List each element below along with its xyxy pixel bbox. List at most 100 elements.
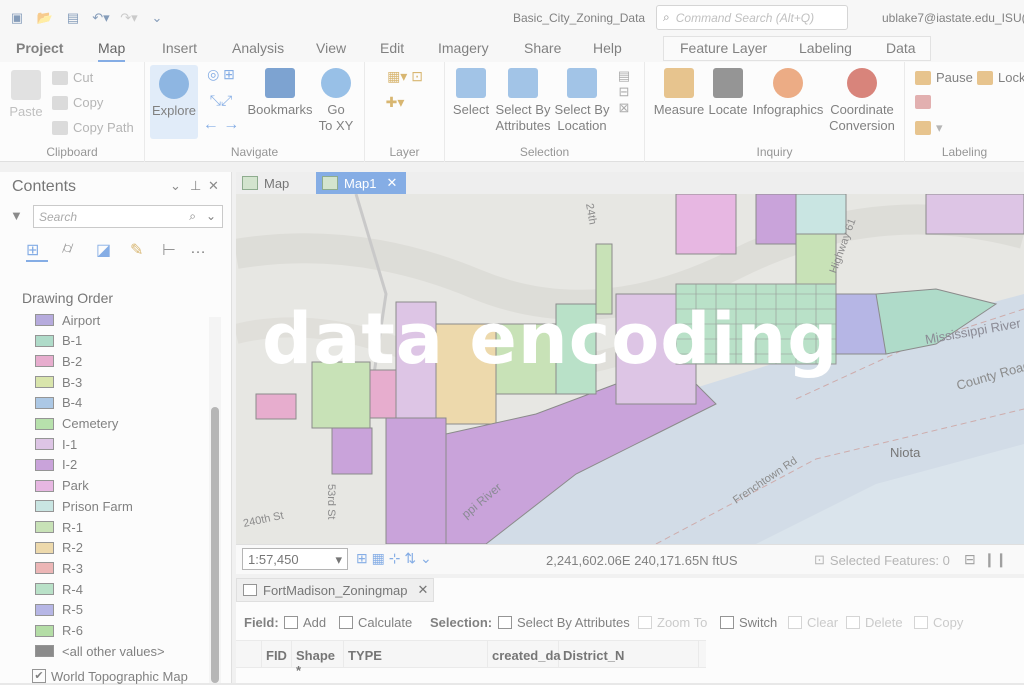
legend-item[interactable]: <all other values> — [35, 642, 165, 660]
column-header-created[interactable]: created_da — [488, 641, 561, 667]
save-icon[interactable]: ▤ — [62, 8, 84, 28]
map-tools-icon[interactable]: ⊞ ▦ ⊹ ⇅ ⌄ — [356, 550, 432, 567]
undo-icon[interactable]: ↶▾ — [90, 8, 112, 28]
close-icon[interactable]: ✕ — [418, 582, 429, 598]
tab-feature-layer[interactable]: Feature Layer — [680, 36, 767, 62]
chevron-down-icon[interactable]: ⌄ — [206, 209, 216, 223]
legend-item[interactable]: B-1 — [35, 332, 82, 350]
legend-item[interactable]: Park — [35, 477, 89, 495]
coordinate-conversion-button[interactable]: Coordinate Conversion — [827, 68, 897, 134]
copy-button[interactable]: Copy — [52, 95, 103, 110]
clear-selection-button[interactable]: Clear — [788, 615, 838, 630]
cut-button[interactable]: Cut — [52, 70, 93, 85]
calculate-field-button[interactable]: Calculate — [339, 615, 412, 630]
zoom-to-button[interactable]: Zoom To — [638, 615, 707, 630]
lock-labeling-button[interactable]: Lock — [977, 70, 1024, 85]
user-account[interactable]: ublake7@iastate.edu_ISU( — [882, 11, 1024, 25]
paste-button[interactable]: Paste — [8, 70, 44, 120]
legend-item[interactable]: I-1 — [35, 435, 77, 453]
close-icon[interactable]: ✕ — [387, 175, 398, 191]
open-folder-icon[interactable]: 📂 — [34, 8, 56, 28]
legend-item[interactable]: I-2 — [35, 456, 77, 474]
contents-search-input[interactable]: Search ⌕ ⌄ — [33, 205, 223, 228]
attributes-icon[interactable]: ▤ ⊟ ⊠ — [613, 68, 635, 116]
copy-button[interactable]: Copy — [914, 615, 963, 630]
legend-item[interactable]: Cemetery — [35, 415, 118, 433]
tab-view[interactable]: View — [316, 36, 346, 62]
map-status-bar: 1:57,450 ▾ ⊞ ▦ ⊹ ⇅ ⌄ 2,241,602.06E 240,17… — [236, 544, 1024, 574]
customize-toolbar-icon[interactable]: ⌄ — [146, 8, 168, 28]
column-header-district[interactable]: District_N — [559, 641, 699, 667]
selected-features-count[interactable]: ⊡ Selected Features: 0 — [814, 552, 950, 568]
snapping-view-icon[interactable]: ⊢ — [162, 240, 184, 262]
selection-view-icon[interactable]: ◪ — [96, 240, 118, 262]
tab-imagery[interactable]: Imagery — [438, 36, 489, 62]
basemap-layer-item[interactable]: ✔ World Topographic Map — [32, 667, 188, 685]
tab-map1-view[interactable]: Map1 ✕ — [316, 172, 406, 194]
tab-insert[interactable]: Insert — [162, 36, 197, 62]
select-by-attributes-table-button[interactable]: Select By Attributes — [498, 615, 630, 630]
legend-item[interactable]: R-3 — [35, 559, 83, 577]
legend-item[interactable]: R-2 — [35, 539, 83, 557]
previous-extent-icon[interactable]: ← → — [201, 117, 241, 133]
tab-map[interactable]: Map — [98, 36, 126, 62]
bookmarks-button[interactable]: Bookmarks — [245, 68, 315, 118]
unplaced-labels-button[interactable] — [915, 95, 936, 109]
select-by-attributes-button[interactable]: Select By Attributes — [493, 68, 553, 134]
tab-labeling[interactable]: Labeling — [799, 36, 852, 62]
column-header-type[interactable]: TYPE — [344, 641, 488, 667]
tab-project[interactable]: Project — [16, 36, 63, 62]
goto-xy-button[interactable]: Go To XY — [315, 68, 357, 134]
tab-analysis[interactable]: Analysis — [232, 36, 284, 62]
pause-labeling-button[interactable]: Pause — [915, 70, 973, 85]
full-extent-icon[interactable]: ◎ ⊞ — [201, 66, 241, 82]
legend-item[interactable]: B-2 — [35, 352, 82, 370]
tab-edit[interactable]: Edit — [380, 36, 404, 62]
fixed-zoom-icon[interactable]: ⤡⤢ — [201, 92, 241, 108]
tab-data[interactable]: Data — [886, 36, 916, 62]
tab-map-view[interactable]: Map — [236, 172, 314, 194]
command-search-input[interactable]: ⌕ Command Search (Alt+Q) — [656, 5, 848, 30]
legend-item[interactable]: B-3 — [35, 373, 82, 391]
add-field-button[interactable]: Add — [284, 615, 326, 630]
column-header-shape[interactable]: Shape * — [292, 641, 344, 678]
legend-item[interactable]: R-4 — [35, 580, 83, 598]
locate-button[interactable]: Locate — [707, 68, 749, 118]
project-icon[interactable]: ▣ — [6, 8, 28, 28]
column-header-fid[interactable]: FID — [262, 641, 292, 667]
copy-path-button[interactable]: Copy Path — [52, 120, 134, 135]
more-options-icon[interactable]: … — [190, 240, 212, 262]
contents-scrollbar[interactable] — [209, 317, 221, 683]
select-by-location-button[interactable]: Select By Location — [553, 68, 611, 134]
explore-button[interactable]: Explore — [150, 65, 198, 139]
add-preset-icon[interactable]: ✚▾ — [375, 94, 415, 110]
legend-item[interactable]: Prison Farm — [35, 497, 133, 515]
delete-button[interactable]: Delete — [846, 615, 903, 630]
scrollbar-thumb[interactable] — [211, 407, 219, 683]
close-icon[interactable]: ✕ — [208, 178, 219, 194]
filter-icon[interactable]: ▼ — [10, 208, 23, 223]
drawing-order-icon[interactable]: ⊞ — [26, 240, 48, 262]
tab-share[interactable]: Share — [524, 36, 561, 62]
switch-selection-button[interactable]: Switch — [720, 615, 777, 630]
scale-selector[interactable]: 1:57,450 ▾ — [242, 548, 348, 570]
label-options-button[interactable]: ▾ — [915, 120, 943, 136]
select-button[interactable]: Select — [451, 68, 491, 118]
legend-item[interactable]: R-5 — [35, 601, 83, 619]
add-data-icon[interactable]: ▦▾ ⊡ — [375, 68, 435, 84]
chevron-down-icon[interactable]: ⌄ — [170, 178, 181, 194]
tab-help[interactable]: Help — [593, 36, 622, 62]
redo-icon[interactable]: ↷▾ — [118, 8, 140, 28]
tab-attribute-table[interactable]: FortMadison_Zoningmap ✕ — [236, 578, 434, 602]
pause-drawing-icon[interactable]: ⊟ ❙❙ — [964, 551, 1007, 568]
editing-view-icon[interactable]: ✎ — [130, 240, 152, 262]
legend-item[interactable]: B-4 — [35, 394, 82, 412]
pin-icon[interactable]: ⊥ — [190, 178, 201, 194]
legend-item[interactable]: R-1 — [35, 518, 83, 536]
legend-item[interactable]: Airport — [35, 311, 100, 329]
data-source-icon[interactable]: ⌭ — [62, 240, 84, 262]
infographics-button[interactable]: Infographics — [751, 68, 825, 118]
legend-item[interactable]: R-6 — [35, 622, 83, 640]
checkbox-checked-icon[interactable]: ✔ — [32, 669, 46, 683]
measure-button[interactable]: Measure — [651, 68, 707, 118]
